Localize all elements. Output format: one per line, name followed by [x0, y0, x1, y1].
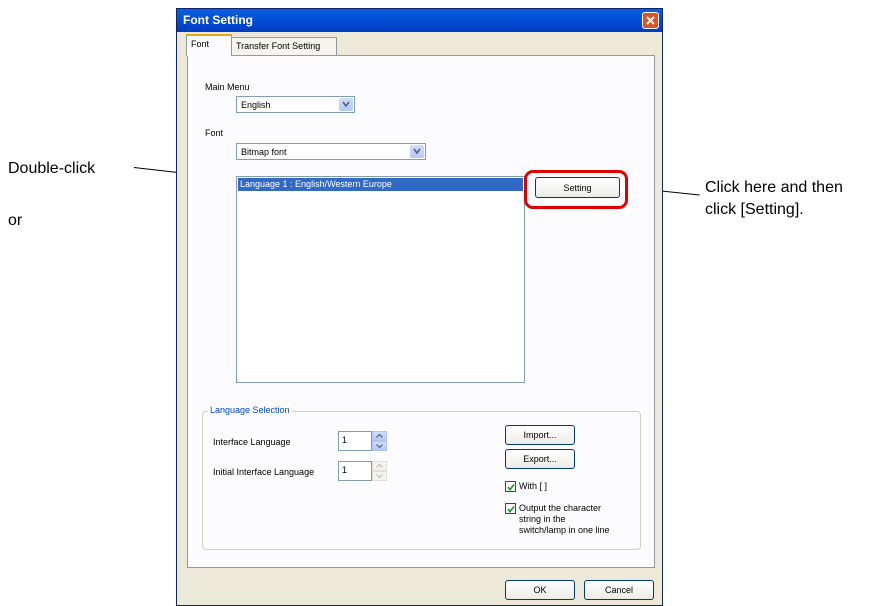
annotation-double-click: Double-click	[8, 160, 96, 177]
chevron-down-icon[interactable]	[410, 145, 424, 158]
export-button[interactable]: Export...	[505, 449, 575, 469]
initial-interface-language-label: Initial Interface Language	[213, 467, 315, 477]
chevron-down-icon[interactable]	[339, 98, 353, 111]
title-bar[interactable]: Font Setting	[177, 9, 662, 32]
output-one-line-label-1: Output the character	[519, 503, 602, 513]
font-label: Font	[205, 128, 224, 138]
interface-language-input[interactable]: 1	[338, 431, 372, 451]
initial-interface-language-stepper[interactable]	[372, 461, 387, 481]
spin-down-icon[interactable]	[372, 441, 387, 451]
main-menu-select[interactable]: English	[236, 96, 355, 113]
with-brackets-label: With [ ]	[519, 481, 548, 491]
initial-interface-language-input[interactable]: 1	[338, 461, 372, 481]
output-one-line-label-2: string in the	[519, 514, 566, 524]
font-type-select[interactable]: Bitmap font	[236, 143, 426, 160]
output-one-line-checkbox[interactable]	[505, 503, 516, 514]
close-icon[interactable]	[642, 12, 659, 29]
highlight-ring	[524, 170, 628, 209]
main-menu-value: English	[241, 100, 271, 110]
spin-down-icon[interactable]	[372, 471, 387, 481]
ok-button[interactable]: OK	[505, 580, 575, 600]
interface-language-label: Interface Language	[213, 437, 291, 447]
language-list[interactable]: Language 1 : English/Western Europe	[236, 176, 525, 383]
annotation-click-here-line1: Click here and then	[705, 179, 843, 196]
interface-language-stepper[interactable]	[372, 431, 387, 451]
main-menu-label: Main Menu	[205, 82, 250, 92]
list-item[interactable]: Language 1 : English/Western Europe	[238, 178, 523, 191]
spin-up-icon[interactable]	[372, 431, 387, 441]
annotation-click-here-line2: click [Setting].	[705, 201, 804, 218]
language-selection-title: Language Selection	[208, 405, 292, 415]
output-one-line-label-3: switch/lamp in one line	[519, 525, 610, 535]
tab-transfer-font-setting[interactable]: Transfer Font Setting	[231, 37, 337, 55]
spin-up-icon[interactable]	[372, 461, 387, 471]
font-type-value: Bitmap font	[241, 147, 287, 157]
dialog-title: Font Setting	[183, 13, 253, 27]
cancel-button[interactable]: Cancel	[584, 580, 654, 600]
tab-font[interactable]: Font	[186, 34, 232, 56]
import-button[interactable]: Import...	[505, 425, 575, 445]
with-brackets-checkbox[interactable]	[505, 481, 516, 492]
annotation-or: or	[8, 212, 23, 229]
